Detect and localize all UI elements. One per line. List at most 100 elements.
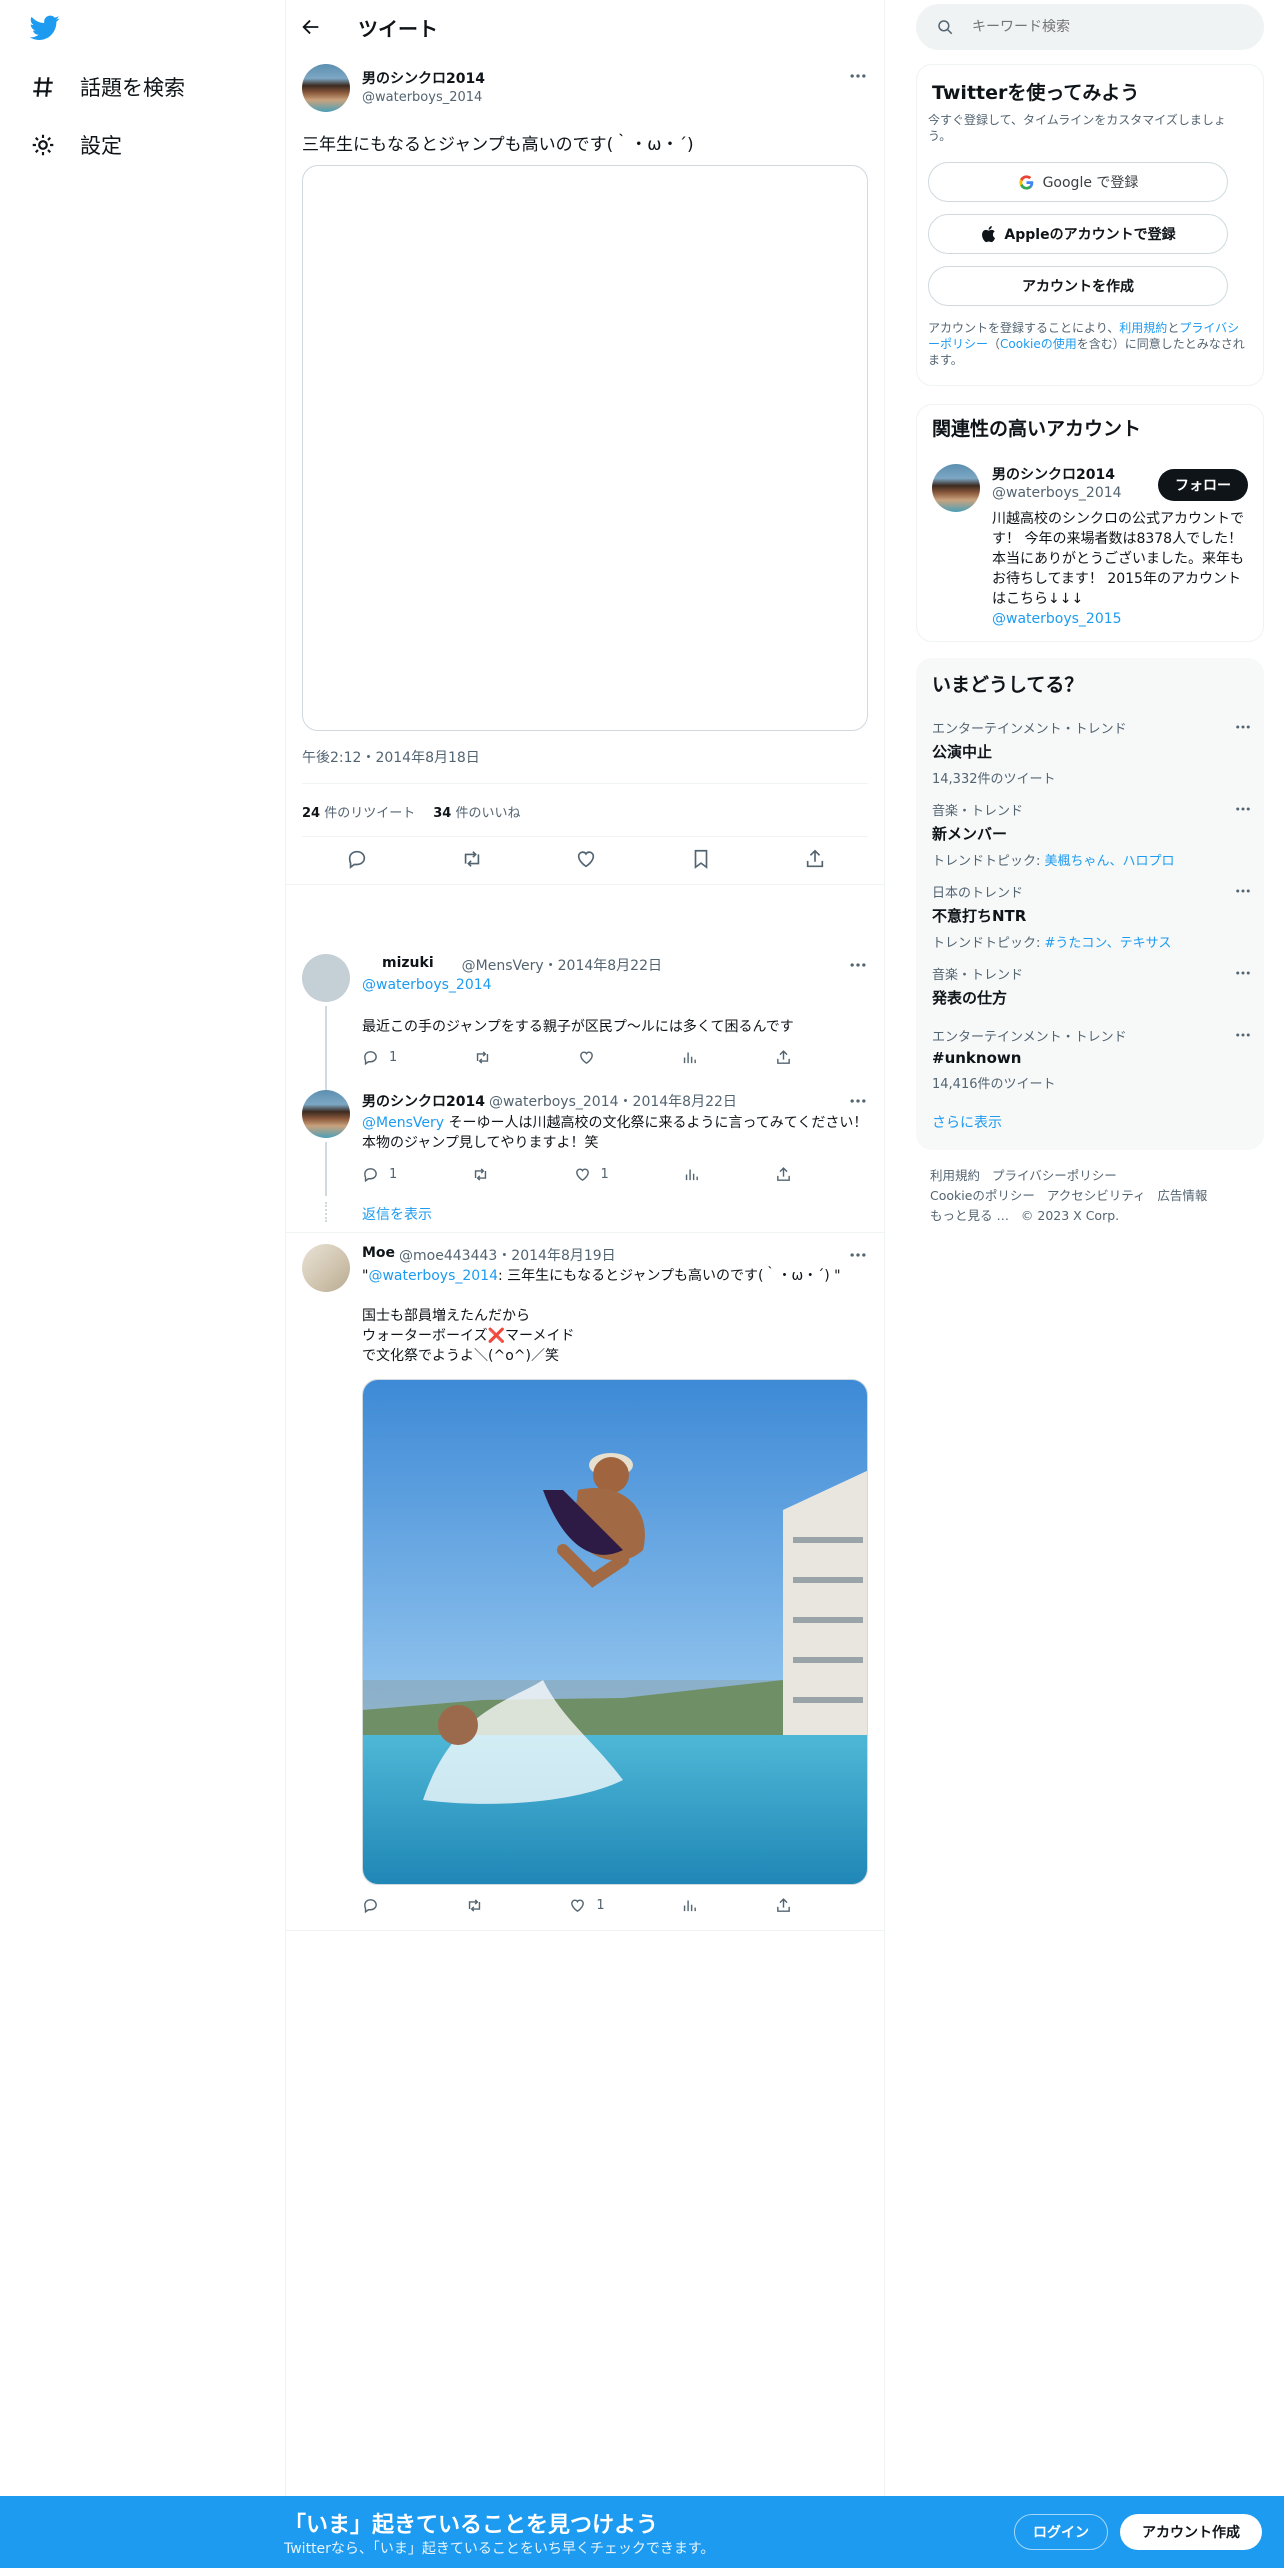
more-icon[interactable] <box>848 1245 868 1265</box>
avatar[interactable] <box>302 64 350 112</box>
google-signup-button[interactable]: Google で登録 <box>928 162 1228 202</box>
google-icon <box>1018 174 1033 190</box>
more-icon[interactable] <box>1234 800 1252 818</box>
trend-item[interactable]: 日本のトレンド 不意打ちNTR トレンドトピック: #うたコン、テキサス <box>932 882 1252 951</box>
tweet-author-name[interactable]: 男のシンクロ2014 <box>362 68 485 88</box>
tweet-photo[interactable] <box>362 1379 868 1885</box>
related-handle[interactable]: @waterboys_2014 <box>992 485 1122 501</box>
nav-settings-label: 設定 <box>80 134 122 158</box>
avatar[interactable] <box>302 1090 350 1138</box>
footer-more[interactable]: もっと見る … <box>930 1208 1009 1223</box>
like-button[interactable]: 1 <box>569 1897 605 1914</box>
footer-ads[interactable]: 広告情報 <box>1157 1188 1207 1203</box>
reply-author-handle[interactable]: @waterboys_2014 <box>489 1094 619 1110</box>
footer-cookie[interactable]: Cookieのポリシー <box>930 1188 1035 1203</box>
show-replies-link[interactable]: 返信を表示 <box>362 1204 432 1224</box>
signup-banner-button[interactable]: アカウント作成 <box>1120 2514 1262 2550</box>
reply-button[interactable]: 1 <box>362 1166 397 1183</box>
related-bio-text: 川越高校のシンクロの公式アカウントです！ 今年の来場者数は8378人でした！本当… <box>992 511 1244 607</box>
login-button[interactable]: ログイン <box>1014 2514 1108 2550</box>
gear-icon <box>32 134 54 156</box>
retweet-stat[interactable]: 24 件のリツイート <box>302 802 415 821</box>
reply-to-mention[interactable]: @waterboys_2014 <box>362 977 492 993</box>
more-icon[interactable] <box>848 66 868 86</box>
retweet-button[interactable] <box>466 1897 493 1914</box>
quote-mention[interactable]: @waterboys_2014 <box>368 1268 498 1284</box>
nav-explore-label: 話題を検索 <box>80 76 185 100</box>
trend-item[interactable]: 音楽・トレンド 発表の仕方 <box>932 964 1252 1008</box>
quote-line: ウォーターボーイズ❌マーメイド <box>362 1328 575 1344</box>
reply-date[interactable]: ・2014年8月22日 <box>544 958 662 974</box>
retweet-button[interactable] <box>474 1049 501 1066</box>
reply-author-handle[interactable]: @MensVery <box>462 958 544 974</box>
trend-item[interactable]: エンターテインメント・トレンド #unknown 14,416件のツイート <box>932 1026 1252 1092</box>
reply-date[interactable]: ・2014年8月22日 <box>619 1094 737 1110</box>
more-icon[interactable] <box>1234 1026 1252 1044</box>
related-bio-link[interactable]: @waterboys_2015 <box>992 609 1250 629</box>
like-icon[interactable] <box>575 848 597 870</box>
more-icon[interactable] <box>1234 882 1252 900</box>
share-icon <box>777 1898 790 1912</box>
reply-actions: 1 <box>362 1049 792 1066</box>
reply-author-name[interactable]: mizuki <box>382 955 434 975</box>
retweet-icon[interactable] <box>461 848 483 870</box>
share-button[interactable] <box>775 1897 792 1914</box>
avatar[interactable] <box>932 464 980 512</box>
trend-item[interactable]: 音楽・トレンド 新メンバー トレンドトピック: 美楓ちゃん、ハロプロ <box>932 800 1252 869</box>
reply-icon[interactable] <box>346 848 368 870</box>
related-name[interactable]: 男のシンクロ2014 <box>992 464 1115 484</box>
like-button[interactable] <box>578 1049 605 1066</box>
more-icon[interactable] <box>848 955 868 975</box>
trend-category: エンターテインメント・トレンド <box>932 722 1127 737</box>
analytics-button[interactable] <box>683 1166 700 1183</box>
search-icon <box>938 20 953 35</box>
cookie-link[interactable]: Cookieの使用 <box>1000 337 1077 351</box>
search-input[interactable] <box>972 19 1242 35</box>
nav-settings[interactable]: 設定 <box>30 130 122 160</box>
reply-author-name[interactable]: 男のシンクロ2014 <box>362 1091 485 1111</box>
trend-item[interactable]: エンターテインメント・トレンド 公演中止 14,332件のツイート <box>932 718 1252 787</box>
trend-sub-links[interactable]: 美楓ちゃん、ハロプロ <box>1045 854 1175 869</box>
like-count: 1 <box>596 1898 605 1913</box>
back-arrow-icon[interactable] <box>300 16 322 38</box>
terms-link[interactable]: 利用規約 <box>1119 321 1167 335</box>
show-more-trends[interactable]: さらに表示 <box>932 1112 1002 1132</box>
more-icon[interactable] <box>1234 964 1252 982</box>
quote-author-handle[interactable]: @moe443443 <box>399 1248 497 1264</box>
more-icon[interactable] <box>1234 718 1252 736</box>
footer-terms[interactable]: 利用規約 <box>930 1168 980 1183</box>
retweet-button[interactable] <box>472 1166 499 1183</box>
tweet-media[interactable] <box>302 165 868 731</box>
like-stat[interactable]: 34 件のいいね <box>433 802 520 821</box>
trend-category: 音楽・トレンド <box>932 804 1024 819</box>
reply-count: 1 <box>389 1167 398 1182</box>
avatar[interactable] <box>302 954 350 1002</box>
tweet-timestamp[interactable]: 午後2:12・2014年8月18日 <box>302 747 480 767</box>
trend-name: 発表の仕方 <box>932 989 1008 1007</box>
tweet-author-handle[interactable]: @waterboys_2014 <box>362 90 482 105</box>
share-icon[interactable] <box>804 848 826 870</box>
nav-explore[interactable]: 話題を検索 <box>30 72 185 102</box>
analytics-button[interactable] <box>681 1049 698 1066</box>
reply-mention[interactable]: @MensVery <box>362 1115 444 1131</box>
more-icon[interactable] <box>848 1091 868 1111</box>
avatar[interactable] <box>302 1244 350 1292</box>
trend-sub-links[interactable]: #うたコン、テキサス <box>1045 936 1172 951</box>
footer-privacy[interactable]: プライバシーポリシー <box>992 1168 1117 1183</box>
analytics-button[interactable] <box>681 1897 698 1914</box>
quote-quoted-text: : 三年生にもなるとジャンプも高いのです(｀・ω・´) <box>498 1268 830 1284</box>
quote-date[interactable]: ・2014年8月19日 <box>497 1248 615 1264</box>
search-box[interactable] <box>916 4 1264 50</box>
reply-button[interactable]: 1 <box>362 1049 397 1066</box>
twitter-logo-icon[interactable] <box>30 15 60 41</box>
follow-button[interactable]: フォロー <box>1158 469 1248 501</box>
share-button[interactable] <box>775 1049 792 1066</box>
reply-button[interactable] <box>362 1897 389 1914</box>
apple-signup-button[interactable]: Appleのアカウントで登録 <box>928 214 1228 254</box>
like-button[interactable]: 1 <box>574 1166 609 1183</box>
quote-author-name[interactable]: Moe <box>362 1245 395 1265</box>
bookmark-icon[interactable] <box>690 848 712 870</box>
share-button[interactable] <box>775 1166 792 1183</box>
footer-accessibility[interactable]: アクセシビリティ <box>1047 1188 1146 1203</box>
create-account-button[interactable]: アカウントを作成 <box>928 266 1228 306</box>
